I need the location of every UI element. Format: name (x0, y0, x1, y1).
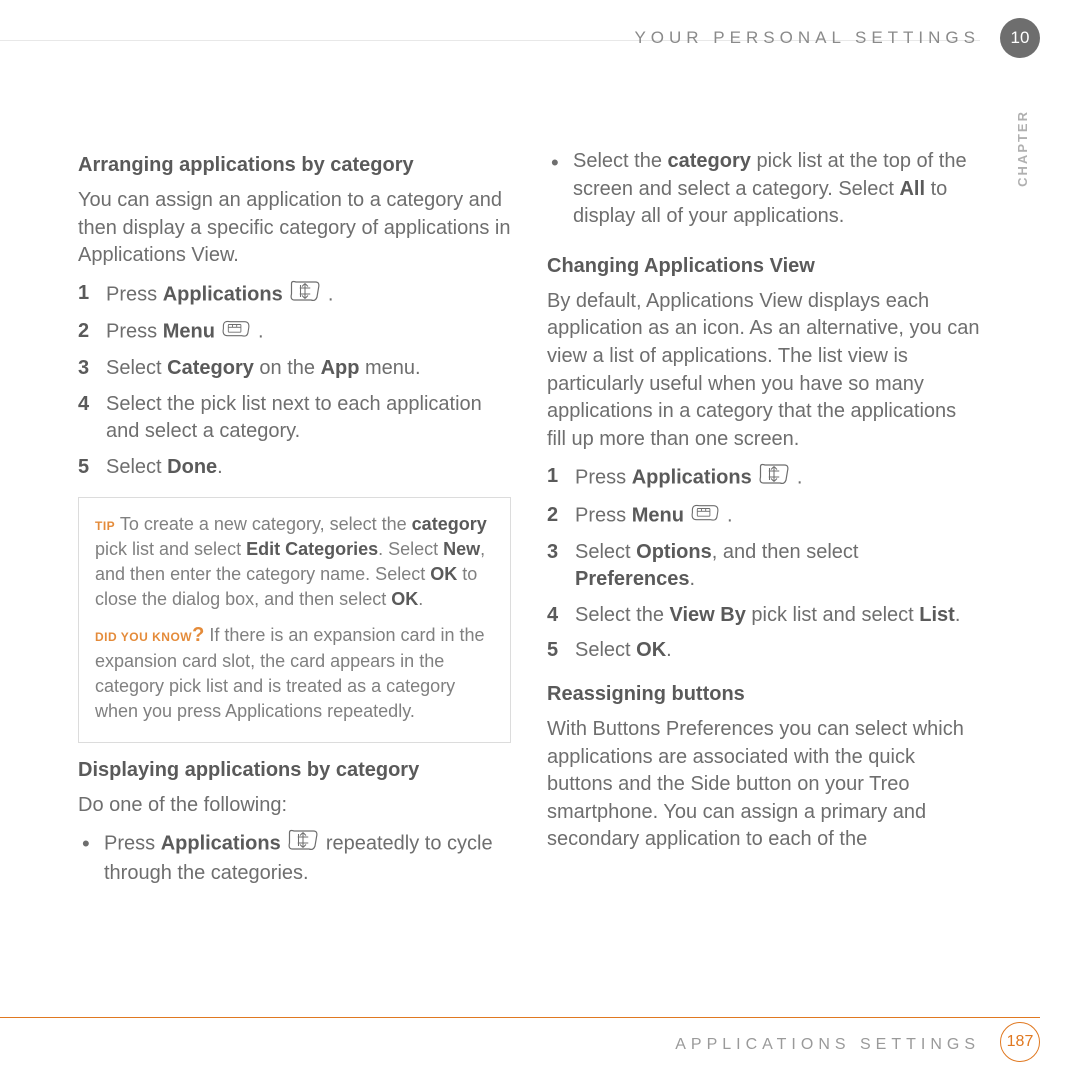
applications-icon (288, 829, 318, 860)
chapter-vertical-label: CHAPTER (1015, 110, 1030, 187)
page-number-badge: 187 (1000, 1022, 1040, 1062)
footer-section-title: APPLICATIONS SETTINGS (675, 1036, 980, 1054)
heading-displaying: Displaying applications by category (78, 759, 511, 782)
left-column: Arranging applications by category You c… (78, 148, 511, 898)
heading-arranging: Arranging applications by category (78, 154, 511, 177)
footer-rule (0, 1017, 1040, 1018)
applications-icon (759, 463, 789, 494)
para-arranging: You can assign an application to a categ… (78, 187, 511, 270)
para-changing: By default, Applications View displays e… (547, 288, 980, 454)
step-5: 5 Select Done. (78, 454, 511, 482)
right-column: Select the category pick list at the top… (547, 148, 980, 898)
step-4: 4 Select the pick list next to each appl… (78, 391, 511, 446)
step-1b: 1 Press Applications . (547, 463, 980, 494)
menu-icon (691, 502, 719, 531)
step-4b: 4 Select the View By pick list and selec… (547, 602, 980, 630)
step-2b: 2 Press Menu . (547, 502, 980, 531)
heading-reassigning: Reassigning buttons (547, 683, 980, 706)
step-5b: 5 Select OK. (547, 637, 980, 665)
step-2: 2 Press Menu . (78, 318, 511, 347)
applications-icon (290, 280, 320, 311)
tip-callout: TIP To create a new category, select the… (78, 497, 511, 742)
header-title: YOUR PERSONAL SETTINGS (634, 28, 980, 48)
step-1: 1 Press Applications . (78, 280, 511, 311)
step-3: 3 Select Category on the App menu. (78, 355, 511, 383)
heading-changing: Changing Applications View (547, 255, 980, 278)
para-displaying: Do one of the following: (78, 792, 511, 820)
did-you-know-label: DID YOU KNOW (95, 630, 192, 644)
bullets-displaying: Press Applications repeatedly to cycle t… (78, 829, 511, 887)
step-3b: 3 Select Options, and then select Prefer… (547, 539, 980, 594)
bullet-press-applications: Press Applications repeatedly to cycle t… (78, 829, 511, 887)
chapter-number-badge: 10 (1000, 18, 1040, 58)
steps-arranging: 1 Press Applications . 2 Press Menu . 3 … (78, 280, 511, 482)
para-reassigning: With Buttons Preferences you can select … (547, 716, 980, 854)
menu-icon (222, 318, 250, 347)
steps-changing: 1 Press Applications . 2 Press Menu . 3 … (547, 463, 980, 665)
tip-label: TIP (95, 519, 115, 533)
bullets-displaying-cont: Select the category pick list at the top… (547, 148, 980, 231)
bullet-select-category: Select the category pick list at the top… (547, 148, 980, 231)
